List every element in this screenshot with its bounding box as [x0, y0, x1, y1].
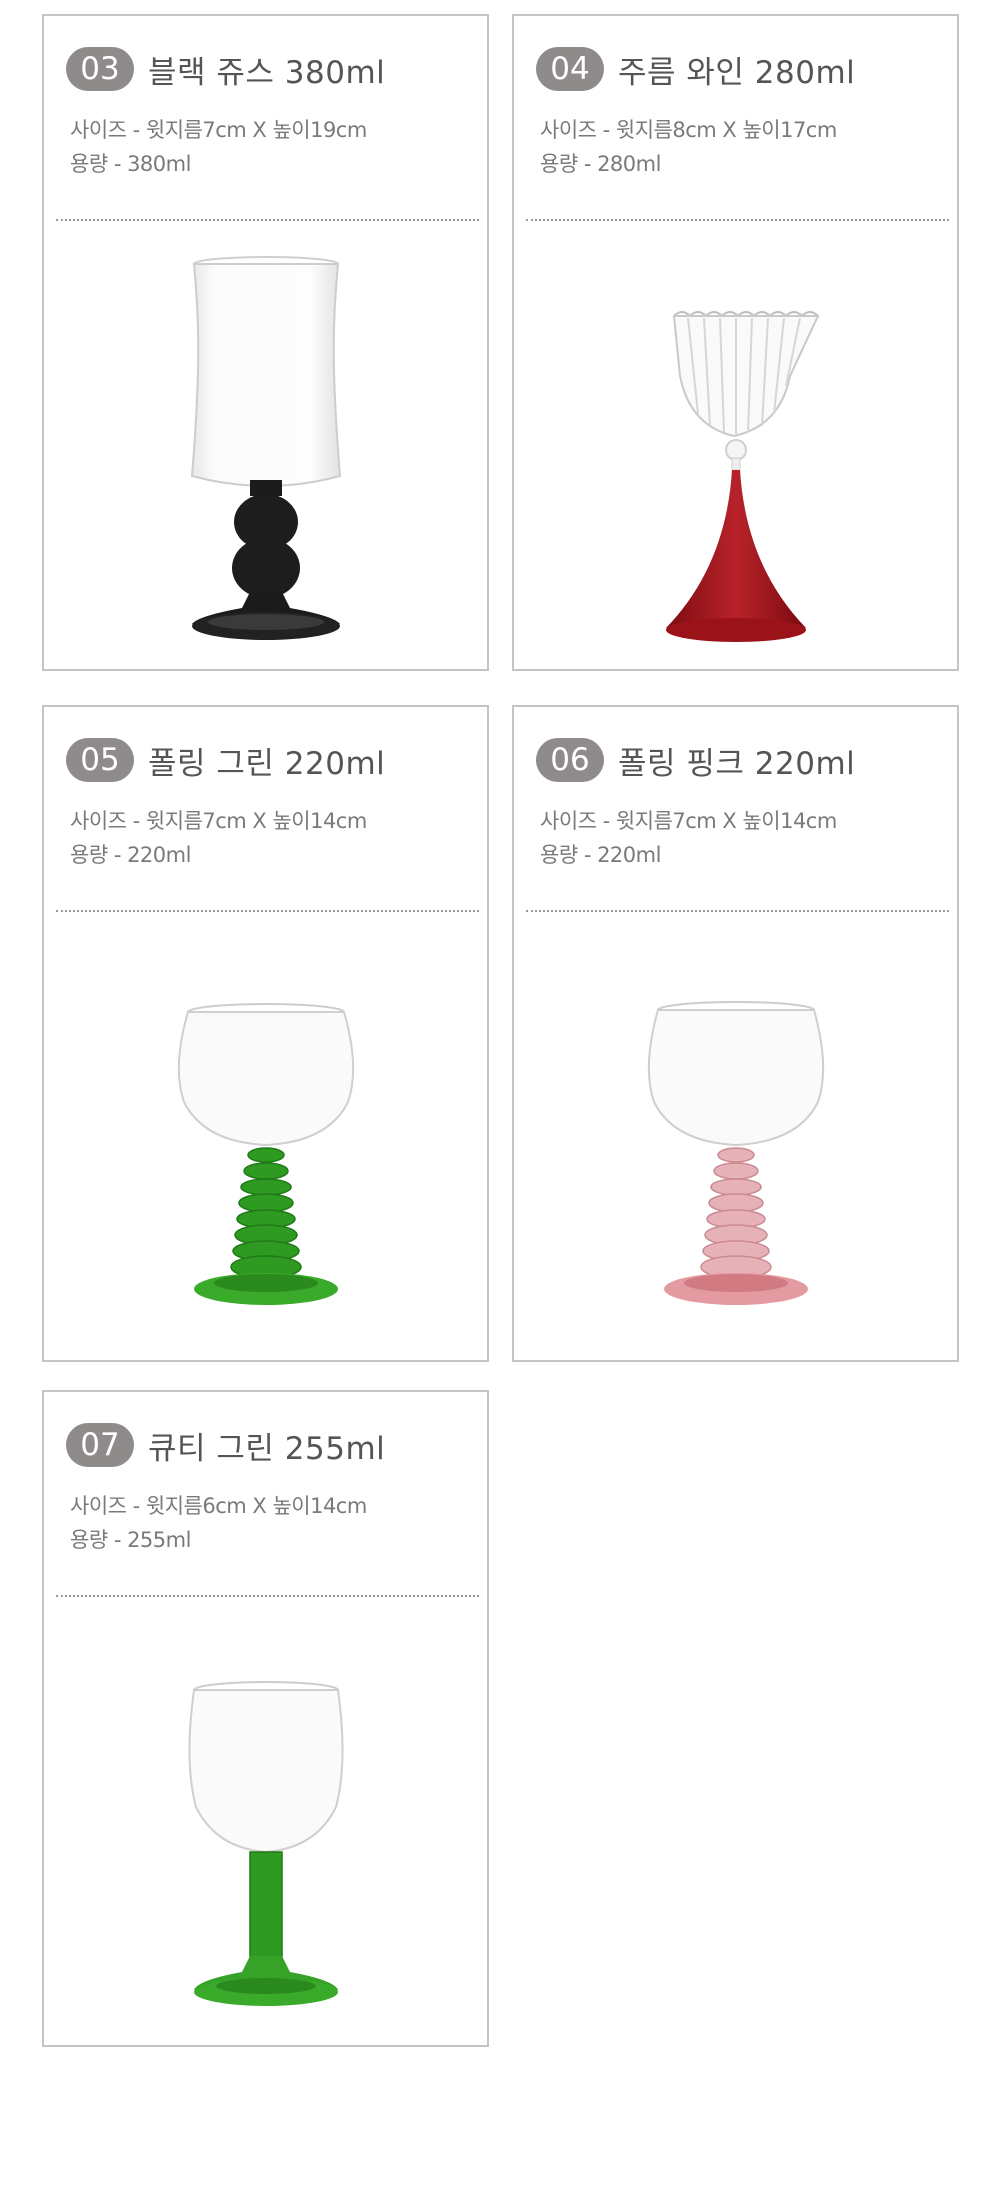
product-number-badge: 06: [536, 738, 604, 782]
dotted-divider: [56, 910, 479, 912]
product-card-07[interactable]: 07 큐티 그린 255ml 사이즈 - 윗지름6cm X 높이14cm 용량 …: [42, 1390, 489, 2047]
dotted-divider: [526, 910, 949, 912]
product-volume: 용량 - 280ml: [540, 152, 661, 176]
product-title: 큐티 그린 255ml: [148, 1430, 386, 1467]
product-title: 폴링 그린 220ml: [148, 745, 386, 782]
product-header: 07 큐티 그린 255ml: [66, 1422, 385, 1468]
product-card-04[interactable]: 04 주름 와인 280ml 사이즈 - 윗지름8cm X 높이17cm 용량 …: [512, 14, 959, 671]
product-header: 05 폴링 그린 220ml: [66, 737, 385, 783]
product-header: 03 블랙 쥬스 380ml: [66, 46, 385, 92]
product-number-badge: 07: [66, 1423, 134, 1467]
product-size: 사이즈 - 윗지름7cm X 높이19cm: [70, 118, 367, 142]
dotted-divider: [56, 1595, 479, 1597]
product-photo: [44, 1612, 487, 2032]
black-juice-glass-icon: [190, 256, 342, 640]
wrinkle-wine-glass-icon: [666, 311, 820, 642]
falling-pink-glass-icon: [647, 1001, 825, 1305]
product-number-badge: 04: [536, 47, 604, 91]
product-title: 주름 와인 280ml: [618, 54, 856, 91]
product-volume: 용량 - 255ml: [70, 1528, 191, 1552]
product-photo: [44, 236, 487, 656]
product-size: 사이즈 - 윗지름8cm X 높이17cm: [540, 118, 837, 142]
product-volume: 용량 - 220ml: [540, 843, 661, 867]
product-card-05[interactable]: 05 폴링 그린 220ml 사이즈 - 윗지름7cm X 높이14cm 용량 …: [42, 705, 489, 1362]
product-header: 04 주름 와인 280ml: [536, 46, 855, 92]
dotted-divider: [526, 219, 949, 221]
product-volume: 용량 - 380ml: [70, 152, 191, 176]
product-card-06[interactable]: 06 폴링 핑크 220ml 사이즈 - 윗지름7cm X 높이14cm 용량 …: [512, 705, 959, 1362]
product-photo: [514, 236, 957, 656]
product-title: 블랙 쥬스 380ml: [148, 54, 386, 91]
product-size: 사이즈 - 윗지름7cm X 높이14cm: [70, 809, 367, 833]
product-header: 06 폴링 핑크 220ml: [536, 737, 855, 783]
product-photo: [514, 927, 957, 1347]
dotted-divider: [56, 219, 479, 221]
product-number-badge: 03: [66, 47, 134, 91]
product-size: 사이즈 - 윗지름6cm X 높이14cm: [70, 1494, 367, 1518]
falling-green-glass-icon: [177, 1003, 355, 1305]
product-volume: 용량 - 220ml: [70, 843, 191, 867]
product-photo: [44, 927, 487, 1347]
product-size: 사이즈 - 윗지름7cm X 높이14cm: [540, 809, 837, 833]
product-number-badge: 05: [66, 738, 134, 782]
product-title: 폴링 핑크 220ml: [618, 745, 856, 782]
product-card-03[interactable]: 03 블랙 쥬스 380ml 사이즈 - 윗지름7cm X 높이19cm 용량 …: [42, 14, 489, 671]
cutie-green-glass-icon: [188, 1681, 344, 2006]
